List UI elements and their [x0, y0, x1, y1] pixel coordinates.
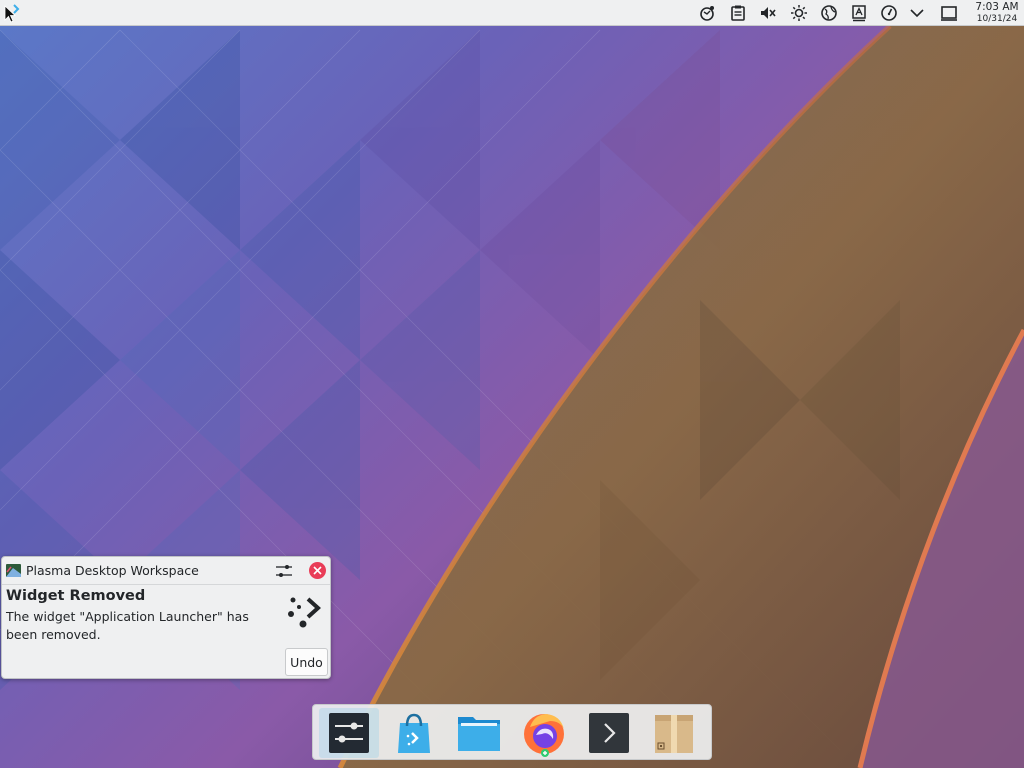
desktop[interactable]: 7:03 AM 10/31/24 Plasma Desktop Workspac…: [0, 0, 1024, 768]
close-icon: [313, 566, 322, 575]
konsole-terminal-icon: [589, 713, 629, 753]
discover-store-icon: [398, 713, 430, 753]
speedometer-icon[interactable]: [879, 3, 899, 23]
digital-clock[interactable]: 7:03 AM 10/31/24: [970, 0, 1024, 26]
notification-popup: Plasma Desktop Workspace Widget Removed …: [1, 556, 331, 679]
dock-item-firefox[interactable]: [514, 708, 574, 758]
notification-app-name: Plasma Desktop Workspace: [26, 563, 199, 578]
dock-item-konsole[interactable]: [579, 708, 639, 758]
dolphin-folder-icon: [458, 717, 500, 751]
notification-header: Plasma Desktop Workspace: [2, 557, 330, 585]
dock-item-discover[interactable]: [384, 708, 444, 758]
cursor-arrow-icon: [4, 4, 20, 23]
show-desktop-icon[interactable]: [939, 3, 959, 23]
notification-configure-button[interactable]: [274, 561, 294, 581]
keyboard-layout-icon[interactable]: [849, 3, 869, 23]
network-icon[interactable]: [697, 3, 717, 23]
clock-date: 10/31/24: [976, 14, 1018, 24]
application-launcher-icon: [288, 597, 321, 628]
tray-expand-icon[interactable]: [907, 3, 927, 23]
clipboard-icon[interactable]: [728, 3, 748, 23]
ark-archive-icon: [655, 715, 693, 753]
volume-muted-icon[interactable]: [758, 3, 778, 23]
dock-item-dolphin[interactable]: [449, 708, 509, 758]
top-panel: 7:03 AM 10/31/24: [0, 0, 1024, 26]
dock-item-ark[interactable]: [644, 708, 704, 758]
sliders-icon: [276, 565, 292, 577]
brightness-icon[interactable]: [789, 3, 809, 23]
globe-icon[interactable]: [819, 3, 839, 23]
notification-close-button[interactable]: [309, 562, 326, 579]
dock-item-system-settings[interactable]: [319, 708, 379, 758]
notification-title: Widget Removed: [6, 588, 146, 604]
task-manager-dock: [312, 704, 712, 760]
plasma-app-icon: [6, 564, 21, 577]
clock-time: 7:03 AM: [975, 1, 1019, 13]
system-settings-icon: [329, 713, 369, 753]
undo-button[interactable]: Undo: [285, 648, 328, 676]
firefox-icon: [524, 714, 564, 757]
notification-body: The widget "Application Launcher" has be…: [6, 609, 249, 642]
